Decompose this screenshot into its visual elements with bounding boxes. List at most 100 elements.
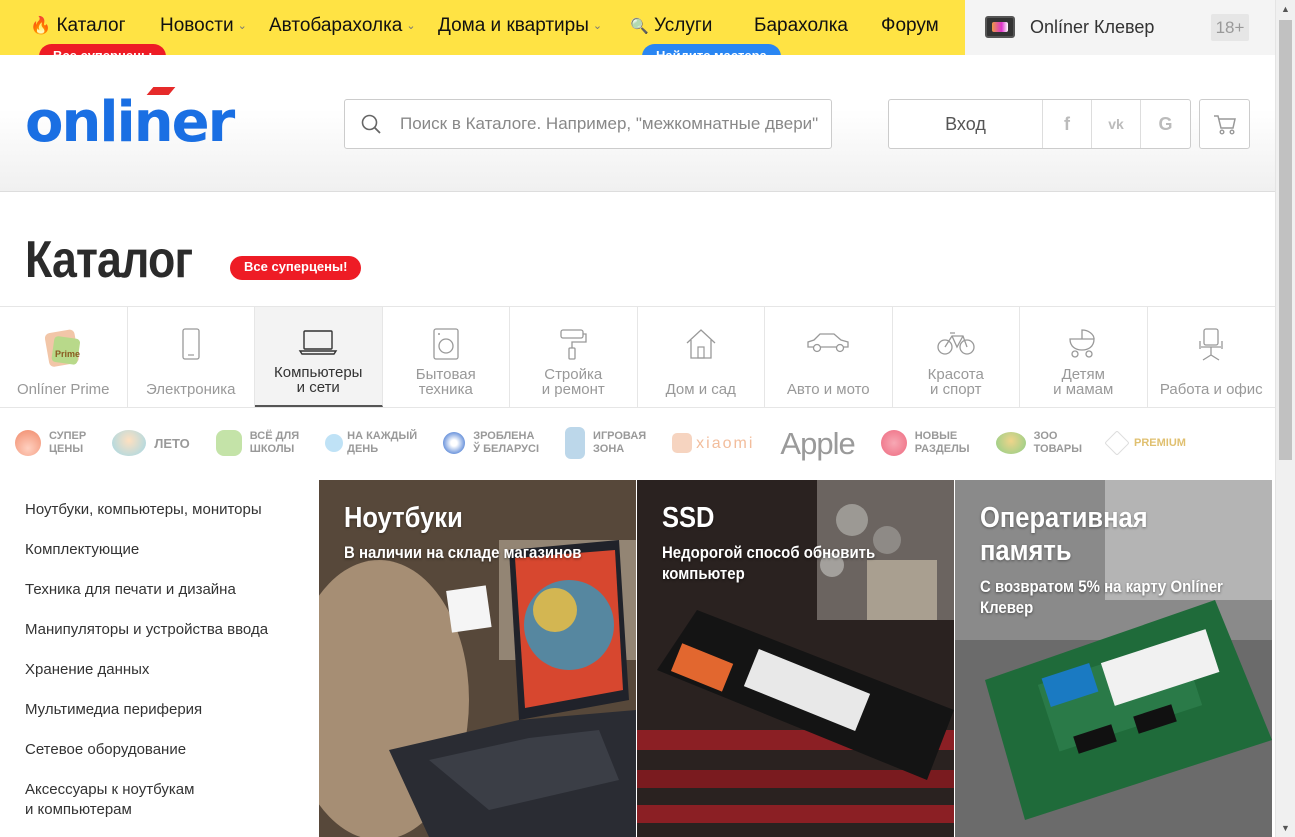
nav-news-label: Новости <box>160 15 234 36</box>
scroll-thumb[interactable] <box>1279 20 1292 460</box>
diamond-icon <box>1104 430 1130 456</box>
chevron-down-icon: ⌄ <box>592 20 603 33</box>
scroll-down-arrow-icon[interactable]: ▼ <box>1276 819 1295 837</box>
category-tabs: Prime Onlíner Prime Электроника Компьюте… <box>0 306 1275 408</box>
nav-forum[interactable]: Форум <box>881 15 939 37</box>
login-button[interactable]: Вход <box>889 100 1043 148</box>
card-ram[interactable]: Оперативная память С возвратом 5% на кар… <box>955 480 1272 837</box>
search-icon <box>361 114 381 134</box>
nav-baraholka[interactable]: Барахолка <box>754 15 848 37</box>
subcategory-item[interactable]: Комплектующие <box>25 540 305 580</box>
subcategory-item[interactable]: Манипуляторы и устройства ввода <box>25 620 305 660</box>
promo-xiaomi[interactable]: xiaomi <box>672 433 754 453</box>
subcategory-item[interactable]: Аксессуары к ноутбукам и компьютерам <box>25 780 305 820</box>
scroll-up-arrow-icon[interactable]: ▲ <box>1276 0 1295 18</box>
new-badge-icon <box>880 430 907 456</box>
nav-catalog[interactable]: 🔥 Каталог <box>30 15 126 37</box>
promo-label: Premium <box>1134 436 1186 449</box>
promo-label: xiaomi <box>696 434 755 452</box>
promo-label: Игровая зона <box>593 430 647 455</box>
prime-icon: Prime <box>45 329 80 367</box>
category-appliances[interactable]: Бытовая техника <box>383 307 510 407</box>
promo-gamezone[interactable]: Игровая зона <box>565 427 646 459</box>
category-label: Красота и спорт <box>927 366 984 398</box>
category-prime[interactable]: Prime Onlíner Prime <box>0 307 128 407</box>
category-beauty-sport[interactable]: Красота и спорт <box>893 307 1020 407</box>
promo-school[interactable]: Всё для школы <box>215 430 299 456</box>
clever-link[interactable]: Onlíner Клевер 18+ <box>965 0 1275 55</box>
promo-strip: Супер цены Лето Всё для школы На каждый … <box>0 409 1275 477</box>
cart-button[interactable] <box>1199 99 1250 149</box>
vk-icon[interactable]: vk <box>1092 100 1141 148</box>
clever-card-icon <box>985 16 1015 38</box>
snowflake-icon <box>443 432 466 454</box>
nav-news[interactable]: Новости ⌄ <box>160 15 247 37</box>
card-subtitle: Недорогой способ обновить компьютер <box>662 543 876 583</box>
card-laptops[interactable]: Ноутбуки В наличии на складе магазинов <box>319 480 636 837</box>
promo-premium[interactable]: Premium <box>1104 430 1186 456</box>
category-home[interactable]: Дом и сад <box>638 307 765 407</box>
promo-zoo[interactable]: Зоо товары <box>995 430 1083 456</box>
chevron-down-icon: ⌄ <box>406 20 416 33</box>
superprice-title-badge[interactable]: Все суперцены! <box>230 256 362 280</box>
house-icon <box>686 329 716 359</box>
category-kids[interactable]: Детям и мамам <box>1020 307 1148 407</box>
car-icon <box>807 333 849 353</box>
cart-icon <box>1214 115 1236 135</box>
nav-services-label: Услуги <box>653 15 713 36</box>
promo-everyday[interactable]: На каждый день <box>325 430 417 456</box>
nav-realty[interactable]: Дома и квартиры ⌄ <box>438 15 602 37</box>
subcategory-menu: Ноутбуки, компьютеры, мониторы Комплекту… <box>25 500 305 820</box>
promo-apple[interactable]: Apple <box>780 428 855 459</box>
page-title: Каталог <box>25 231 193 289</box>
category-label: Onlíner Prime <box>16 381 110 398</box>
beach-icon <box>112 430 147 456</box>
search-icon: 🔍 <box>630 18 649 35</box>
promo-label: На каждый день <box>347 430 418 455</box>
card-subtitle: С возвратом 5% на карту Onlíner Клевер <box>980 577 1223 617</box>
nav-auto[interactable]: Автобарахолка ⌄ <box>269 15 416 37</box>
backpack-icon <box>215 430 242 456</box>
card-title: Оперативная память <box>980 502 1148 567</box>
search-box <box>344 99 832 149</box>
category-label: Дом и сад <box>665 381 736 398</box>
nav-auto-label: Автобарахолка <box>269 15 403 36</box>
gamer-icon <box>565 427 586 459</box>
category-building[interactable]: Стройка и ремонт <box>510 307 638 407</box>
subcategory-item[interactable]: Ноутбуки, компьютеры, мониторы <box>25 500 305 540</box>
bicycle-icon <box>937 332 975 355</box>
search-input[interactable] <box>400 110 818 138</box>
subcategory-item[interactable]: Сетевое оборудование <box>25 740 305 780</box>
promo-new-sections[interactable]: Новые разделы <box>880 430 970 456</box>
promo-label: Зоо товары <box>1033 430 1083 455</box>
promo-label: Новые разделы <box>914 430 970 455</box>
login-group: Вход f vk G <box>888 99 1191 149</box>
nav-forum-label: Форум <box>881 15 939 36</box>
nav-services[interactable]: 🔍 Услуги <box>630 15 712 37</box>
promo-superprice[interactable]: Супер цены <box>15 430 86 456</box>
pet-bowl-icon <box>995 432 1026 454</box>
chevron-down-icon: ⌄ <box>237 20 247 33</box>
subcategory-item[interactable]: Техника для печати и дизайна <box>25 580 305 620</box>
promo-belarus[interactable]: Зроблена ў Беларусі <box>443 430 539 456</box>
category-office[interactable]: Работа и офис <box>1148 307 1276 407</box>
paint-roller-icon <box>560 329 587 360</box>
google-icon[interactable]: G <box>1141 100 1190 148</box>
clever-label: Onlíner Клевер <box>1030 17 1155 37</box>
page-scrollbar[interactable]: ▲ ▼ <box>1275 0 1295 837</box>
category-auto[interactable]: Авто и мото <box>765 307 893 407</box>
facebook-icon[interactable]: f <box>1043 100 1092 148</box>
card-subtitle: В наличии на складе магазинов <box>344 543 582 562</box>
category-electronics[interactable]: Электроника <box>128 307 255 407</box>
card-title: SSD <box>662 502 715 534</box>
subcategory-item[interactable]: Хранение данных <box>25 660 305 700</box>
subcategory-item[interactable]: Мультимедиа периферия <box>25 700 305 740</box>
category-label: Электроника <box>145 381 236 398</box>
washer-icon <box>433 328 459 360</box>
svg-text:Prime: Prime <box>55 349 80 359</box>
promo-summer[interactable]: Лето <box>112 430 190 456</box>
category-label: Стройка и ремонт <box>541 366 605 398</box>
category-computers[interactable]: Компьютеры и сети <box>255 307 383 407</box>
onliner-logo[interactable]: onliner <box>25 90 235 155</box>
card-ssd[interactable]: SSD Недорогой способ обновить компьютер <box>637 480 954 837</box>
